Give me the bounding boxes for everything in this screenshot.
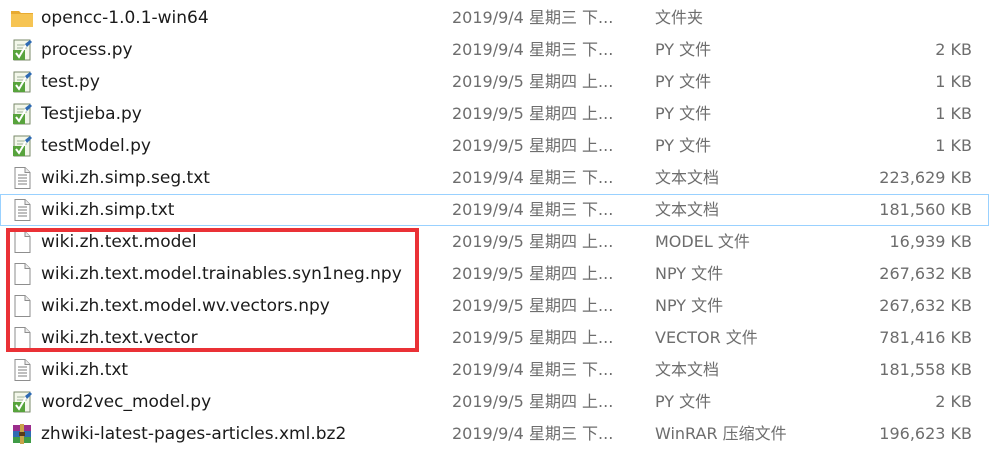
blank-file-icon bbox=[10, 230, 34, 254]
file-name: word2vec_model.py bbox=[41, 392, 212, 412]
file-row[interactable]: wiki.zh.text.model 2019/9/5 星期四 上... MODEL… bbox=[0, 226, 989, 258]
winrar-archive-icon bbox=[10, 422, 34, 446]
file-modified-date: 2019/9/5 星期四 上... bbox=[452, 392, 614, 411]
text-file-icon bbox=[10, 166, 34, 190]
file-name: wiki.zh.text.model.wv.vectors.npy bbox=[41, 296, 330, 316]
file-name: wiki.zh.simp.txt bbox=[41, 200, 175, 220]
file-row[interactable]: process.py 2019/9/4 星期三 下... PY 文件 2 KB bbox=[0, 34, 989, 66]
file-size: 267,632 KB bbox=[879, 296, 972, 315]
file-size: 781,416 KB bbox=[879, 328, 972, 347]
file-modified-date: 2019/9/4 星期三 下... bbox=[452, 40, 614, 59]
file-row[interactable]: Testjieba.py 2019/9/5 星期四 上... PY 文件 1 KB bbox=[0, 98, 989, 130]
file-row[interactable]: testModel.py 2019/9/5 星期四 上... PY 文件 1 KB bbox=[0, 130, 989, 162]
file-row[interactable]: zhwiki-latest-pages-articles.xml.bz2 2019… bbox=[0, 418, 989, 450]
python-file-icon bbox=[10, 102, 34, 126]
file-row[interactable]: opencc-1.0.1-win64 2019/9/4 星期三 下... 文件夹 bbox=[0, 2, 989, 34]
file-icon-cell bbox=[10, 291, 34, 321]
file-size: 223,629 KB bbox=[879, 168, 972, 187]
file-modified-date: 2019/9/4 星期三 下... bbox=[452, 424, 614, 443]
file-name: zhwiki-latest-pages-articles.xml.bz2 bbox=[41, 424, 347, 444]
blank-file-icon bbox=[10, 262, 34, 286]
file-size: 16,939 KB bbox=[889, 232, 972, 251]
file-size: 181,558 KB bbox=[879, 360, 972, 379]
file-modified-date: 2019/9/5 星期四 上... bbox=[452, 328, 614, 347]
python-file-icon bbox=[10, 70, 34, 94]
file-icon-cell bbox=[10, 387, 34, 417]
folder-icon bbox=[10, 6, 34, 30]
file-modified-date: 2019/9/4 星期三 下... bbox=[452, 200, 614, 219]
file-icon-cell bbox=[10, 99, 34, 129]
file-icon-cell bbox=[10, 323, 34, 353]
file-row[interactable]: wiki.zh.text.model.wv.vectors.npy 2019/9/… bbox=[0, 290, 989, 322]
file-size: 181,560 KB bbox=[879, 200, 972, 219]
file-list: opencc-1.0.1-win64 2019/9/4 星期三 下... 文件夹 pr… bbox=[0, 2, 989, 450]
text-file-icon bbox=[10, 198, 34, 222]
text-file-icon bbox=[10, 358, 34, 382]
file-name: opencc-1.0.1-win64 bbox=[41, 8, 209, 28]
file-icon-cell bbox=[10, 355, 34, 385]
file-name: test.py bbox=[41, 72, 100, 92]
file-modified-date: 2019/9/5 星期四 上... bbox=[452, 232, 614, 251]
blank-file-icon bbox=[10, 326, 34, 350]
file-name: testModel.py bbox=[41, 136, 151, 156]
file-modified-date: 2019/9/5 星期四 上... bbox=[452, 264, 614, 283]
file-name: wiki.zh.simp.seg.txt bbox=[41, 168, 210, 188]
file-size: 2 KB bbox=[935, 40, 972, 59]
file-name: wiki.zh.text.vector bbox=[41, 328, 198, 348]
file-modified-date: 2019/9/4 星期三 下... bbox=[452, 360, 614, 379]
python-file-icon bbox=[10, 38, 34, 62]
file-name: process.py bbox=[41, 40, 133, 60]
file-name: wiki.zh.txt bbox=[41, 360, 129, 380]
file-size: 196,623 KB bbox=[879, 424, 972, 443]
file-row[interactable]: wiki.zh.txt 2019/9/4 星期三 下... 文本文档 181,558 … bbox=[0, 354, 989, 386]
file-icon-cell bbox=[10, 227, 34, 257]
file-size: 267,632 KB bbox=[879, 264, 972, 283]
file-icon-cell bbox=[10, 67, 34, 97]
file-modified-date: 2019/9/5 星期四 上... bbox=[452, 104, 614, 123]
file-icon-cell bbox=[10, 163, 34, 193]
file-row[interactable]: test.py 2019/9/5 星期四 上... PY 文件 1 KB bbox=[0, 66, 989, 98]
file-size: 1 KB bbox=[935, 104, 972, 123]
file-row[interactable]: wiki.zh.text.vector 2019/9/5 星期四 上... VECT… bbox=[0, 322, 989, 354]
file-modified-date: 2019/9/5 星期四 上... bbox=[452, 136, 614, 155]
file-icon-cell bbox=[10, 35, 34, 65]
file-icon-cell bbox=[10, 195, 34, 225]
file-name: wiki.zh.text.model bbox=[41, 232, 197, 252]
file-size: 1 KB bbox=[935, 136, 972, 155]
file-size bbox=[801, 3, 972, 33]
file-icon-cell bbox=[10, 419, 34, 449]
file-row[interactable]: wiki.zh.simp.seg.txt 2019/9/4 星期三 下... 文本文… bbox=[0, 162, 989, 194]
file-name: wiki.zh.text.model.trainables.syn1neg.np… bbox=[41, 264, 402, 284]
file-row[interactable]: wiki.zh.text.model.trainables.syn1neg.np… bbox=[0, 258, 989, 290]
file-modified-date: 2019/9/5 星期四 上... bbox=[452, 296, 614, 315]
file-icon-cell bbox=[10, 3, 34, 33]
file-size: 2 KB bbox=[935, 392, 972, 411]
blank-file-icon bbox=[10, 294, 34, 318]
file-icon-cell bbox=[10, 131, 34, 161]
file-name: Testjieba.py bbox=[41, 104, 142, 124]
python-file-icon bbox=[10, 390, 34, 414]
file-row[interactable]: wiki.zh.simp.txt 2019/9/4 星期三 下... 文本文档 181… bbox=[0, 194, 989, 226]
file-row[interactable]: word2vec_model.py 2019/9/5 星期四 上... PY 文件 2… bbox=[0, 386, 989, 418]
file-icon-cell bbox=[10, 259, 34, 289]
file-size: 1 KB bbox=[935, 72, 972, 91]
file-modified-date: 2019/9/4 星期三 下... bbox=[452, 168, 614, 187]
file-modified-date: 2019/9/5 星期四 上... bbox=[452, 72, 614, 91]
python-file-icon bbox=[10, 134, 34, 158]
file-modified-date: 2019/9/4 星期三 下... bbox=[452, 8, 614, 27]
